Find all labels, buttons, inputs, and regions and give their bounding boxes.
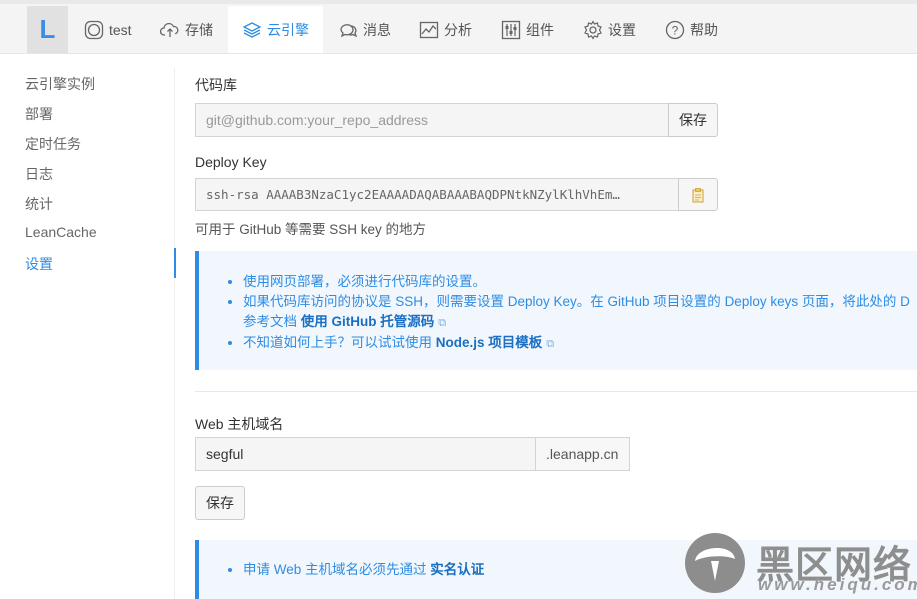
info-text: 参考文档 [243,314,297,329]
section-divider [195,391,917,392]
nav-item-cloud-engine[interactable]: 云引擎 [228,6,323,53]
sidebar-item-instances[interactable]: 云引擎实例 [25,74,95,94]
nav-item-test[interactable]: test [84,6,132,53]
info-box-repo: 使用网页部署，必须进行代码库的设置。 如果代码库访问的协议是 SSH，则需要设置… [195,251,917,370]
sidebar-item-settings[interactable]: 设置 [25,254,53,274]
app-logo[interactable]: L [27,6,68,53]
domain-label: Web 主机域名 [195,416,284,432]
deploy-key-field[interactable]: ssh-rsa AAAAB3NzaC1yc2EAAAADAQABAAABAQDP… [195,178,679,211]
nodejs-template-link[interactable]: Node.js 项目模板 [436,335,543,350]
sidebar-item-leancache[interactable]: LeanCache [25,224,97,240]
nav-label: 存储 [185,21,213,38]
copy-button[interactable] [678,178,718,211]
sidebar-item-logs[interactable]: 日志 [25,164,53,184]
gear-icon [584,19,602,40]
nav-item-help[interactable]: ? 帮助 [665,6,718,53]
info-item: 使用网页部署，必须进行代码库的设置。 [243,272,917,292]
external-link-icon: ⧉ [546,338,555,350]
repo-label: 代码库 [195,77,237,93]
chart-line-icon [419,21,439,38]
clipboard-icon [692,187,704,202]
info-text: 申请 Web 主机域名必须先通过 [243,562,427,577]
cloud-upload-icon [160,22,179,37]
sliders-icon [501,20,521,39]
info-item: 不知道如何上手？可以试试使用 Node.js 项目模板⧉ [243,333,917,354]
sidebar-divider [174,68,175,599]
nav-label: 设置 [608,21,636,38]
repo-save-button[interactable]: 保存 [668,103,718,137]
top-nav: L test 存储 云引擎 消息 分析 组件 设置 ? 帮助 [0,0,917,54]
nav-item-storage[interactable]: 存储 [160,6,213,53]
info-item: 如果代码库访问的协议是 SSH，则需要设置 Deploy Key。在 GitHu… [243,292,917,333]
mushroom-icon [695,547,735,581]
nav-label: test [109,21,132,38]
app-circle-icon [84,20,104,39]
nav-label: 帮助 [690,21,718,38]
sidebar: 云引擎实例 部署 定时任务 日志 统计 LeanCache 设置 [0,54,175,599]
svg-text:?: ? [672,23,679,37]
sidebar-item-cron[interactable]: 定时任务 [25,134,81,154]
deploy-key-help: 可用于 GitHub 等需要 SSH key 的地方 [195,222,427,237]
repo-input-placeholder: git@github.com:your_repo_address [206,112,429,128]
nav-label: 消息 [363,21,391,38]
domain-suffix-text: .leanapp.cn [546,446,619,462]
watermark-logo [685,533,745,593]
sidebar-item-deploy[interactable]: 部署 [25,104,53,124]
deploy-key-label: Deploy Key [195,154,267,170]
sidebar-active-indicator [174,248,176,278]
real-name-auth-link[interactable]: 实名认证 [430,562,484,577]
sidebar-item-stats[interactable]: 统计 [25,194,53,214]
github-docs-link[interactable]: 使用 GitHub 托管源码 [301,314,435,329]
nav-item-components[interactable]: 组件 [501,6,554,53]
nav-item-messages[interactable]: 消息 [338,6,391,53]
question-circle-icon: ? [665,20,685,39]
domain-save-button[interactable]: 保存 [195,486,245,520]
nav-label: 云引擎 [267,21,309,38]
layers-icon [242,21,262,38]
external-link-icon: ⧉ [438,317,447,329]
domain-input[interactable]: segful [195,437,536,471]
window-top-edge [0,0,917,4]
nav-item-settings[interactable]: 设置 [583,6,636,53]
repo-input[interactable]: git@github.com:your_repo_address [195,103,669,137]
domain-value: segful [206,446,244,462]
nav-item-analytics[interactable]: 分析 [419,6,472,53]
nav-label: 分析 [444,21,472,38]
deploy-key-value: ssh-rsa AAAAB3NzaC1yc2EAAAADAQABAAABAQDP… [206,187,620,202]
watermark-url: www.heiqu.com [758,575,917,594]
domain-suffix: .leanapp.cn [535,437,630,471]
chat-bubbles-icon [340,23,358,37]
info-text: 不知道如何上手？可以试试使用 [243,335,432,350]
nav-label: 组件 [526,21,554,38]
info-text: 使用网页部署，必须进行代码库的设置。 [243,274,486,289]
info-text: 如果代码库访问的协议是 SSH，则需要设置 Deploy Key。在 GitHu… [243,294,910,309]
